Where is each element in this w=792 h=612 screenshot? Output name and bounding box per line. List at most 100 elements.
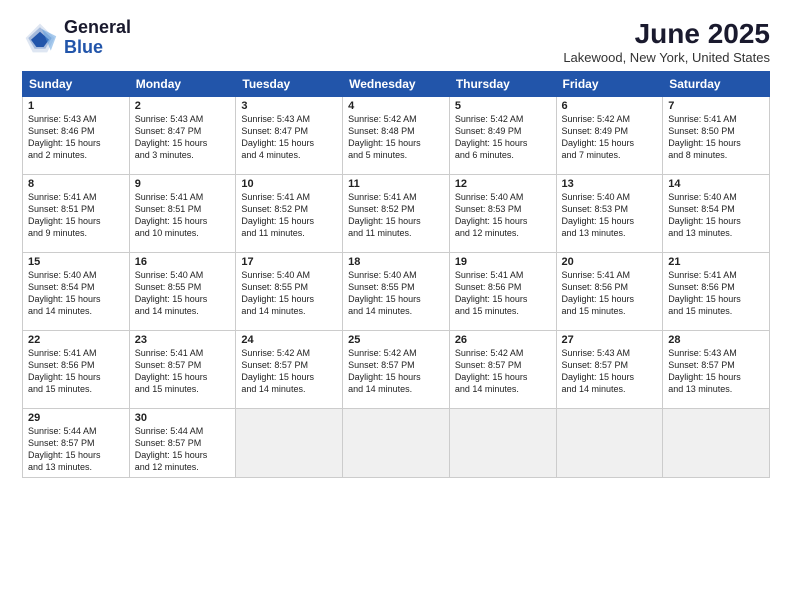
table-row: 1Sunrise: 5:43 AM Sunset: 8:46 PM Daylig… (23, 97, 130, 175)
table-row (449, 409, 556, 478)
table-row (663, 409, 770, 478)
day-number: 3 (241, 100, 337, 112)
cell-text: Sunrise: 5:42 AM Sunset: 8:49 PM Dayligh… (455, 113, 551, 162)
table-row: 13Sunrise: 5:40 AM Sunset: 8:53 PM Dayli… (556, 175, 663, 253)
day-number: 16 (135, 256, 231, 268)
table-row: 4Sunrise: 5:42 AM Sunset: 8:48 PM Daylig… (343, 97, 450, 175)
cell-text: Sunrise: 5:44 AM Sunset: 8:57 PM Dayligh… (28, 425, 124, 474)
day-number: 20 (562, 256, 658, 268)
day-number: 22 (28, 334, 124, 346)
day-number: 12 (455, 178, 551, 190)
day-number: 8 (28, 178, 124, 190)
table-row: 7Sunrise: 5:41 AM Sunset: 8:50 PM Daylig… (663, 97, 770, 175)
day-number: 17 (241, 256, 337, 268)
subtitle: Lakewood, New York, United States (563, 50, 770, 65)
day-number: 6 (562, 100, 658, 112)
logo-blue: Blue (64, 37, 103, 57)
table-row: 12Sunrise: 5:40 AM Sunset: 8:53 PM Dayli… (449, 175, 556, 253)
table-row: 5Sunrise: 5:42 AM Sunset: 8:49 PM Daylig… (449, 97, 556, 175)
table-row: 10Sunrise: 5:41 AM Sunset: 8:52 PM Dayli… (236, 175, 343, 253)
table-row: 15Sunrise: 5:40 AM Sunset: 8:54 PM Dayli… (23, 253, 130, 331)
calendar: Sunday Monday Tuesday Wednesday Thursday… (22, 71, 770, 478)
day-number: 19 (455, 256, 551, 268)
logo-icon (22, 20, 58, 56)
table-row: 27Sunrise: 5:43 AM Sunset: 8:57 PM Dayli… (556, 331, 663, 409)
cell-text: Sunrise: 5:40 AM Sunset: 8:53 PM Dayligh… (455, 191, 551, 240)
day-number: 28 (668, 334, 764, 346)
cell-text: Sunrise: 5:43 AM Sunset: 8:47 PM Dayligh… (241, 113, 337, 162)
cell-text: Sunrise: 5:43 AM Sunset: 8:46 PM Dayligh… (28, 113, 124, 162)
day-number: 26 (455, 334, 551, 346)
calendar-header-row: Sunday Monday Tuesday Wednesday Thursday… (23, 72, 770, 97)
table-row: 29Sunrise: 5:44 AM Sunset: 8:57 PM Dayli… (23, 409, 130, 478)
day-number: 9 (135, 178, 231, 190)
day-number: 23 (135, 334, 231, 346)
cell-text: Sunrise: 5:40 AM Sunset: 8:55 PM Dayligh… (348, 269, 444, 318)
cell-text: Sunrise: 5:44 AM Sunset: 8:57 PM Dayligh… (135, 425, 231, 474)
table-row: 24Sunrise: 5:42 AM Sunset: 8:57 PM Dayli… (236, 331, 343, 409)
day-number: 24 (241, 334, 337, 346)
cell-text: Sunrise: 5:41 AM Sunset: 8:56 PM Dayligh… (455, 269, 551, 318)
page: General Blue June 2025 Lakewood, New Yor… (0, 0, 792, 612)
table-row: 25Sunrise: 5:42 AM Sunset: 8:57 PM Dayli… (343, 331, 450, 409)
cell-text: Sunrise: 5:41 AM Sunset: 8:56 PM Dayligh… (28, 347, 124, 396)
cell-text: Sunrise: 5:40 AM Sunset: 8:55 PM Dayligh… (241, 269, 337, 318)
day-number: 27 (562, 334, 658, 346)
cell-text: Sunrise: 5:41 AM Sunset: 8:52 PM Dayligh… (348, 191, 444, 240)
table-row: 22Sunrise: 5:41 AM Sunset: 8:56 PM Dayli… (23, 331, 130, 409)
cell-text: Sunrise: 5:42 AM Sunset: 8:49 PM Dayligh… (562, 113, 658, 162)
cell-text: Sunrise: 5:42 AM Sunset: 8:57 PM Dayligh… (348, 347, 444, 396)
cell-text: Sunrise: 5:42 AM Sunset: 8:57 PM Dayligh… (241, 347, 337, 396)
cell-text: Sunrise: 5:41 AM Sunset: 8:56 PM Dayligh… (562, 269, 658, 318)
col-friday: Friday (556, 72, 663, 97)
day-number: 18 (348, 256, 444, 268)
cell-text: Sunrise: 5:41 AM Sunset: 8:51 PM Dayligh… (28, 191, 124, 240)
cell-text: Sunrise: 5:41 AM Sunset: 8:57 PM Dayligh… (135, 347, 231, 396)
logo-text: General Blue (64, 18, 131, 58)
cell-text: Sunrise: 5:43 AM Sunset: 8:47 PM Dayligh… (135, 113, 231, 162)
day-number: 13 (562, 178, 658, 190)
logo-general: General (64, 17, 131, 37)
col-saturday: Saturday (663, 72, 770, 97)
cell-text: Sunrise: 5:43 AM Sunset: 8:57 PM Dayligh… (668, 347, 764, 396)
table-row: 30Sunrise: 5:44 AM Sunset: 8:57 PM Dayli… (129, 409, 236, 478)
table-row: 23Sunrise: 5:41 AM Sunset: 8:57 PM Dayli… (129, 331, 236, 409)
table-row: 2Sunrise: 5:43 AM Sunset: 8:47 PM Daylig… (129, 97, 236, 175)
day-number: 15 (28, 256, 124, 268)
logo: General Blue (22, 18, 131, 58)
cell-text: Sunrise: 5:43 AM Sunset: 8:57 PM Dayligh… (562, 347, 658, 396)
cell-text: Sunrise: 5:41 AM Sunset: 8:52 PM Dayligh… (241, 191, 337, 240)
header: General Blue June 2025 Lakewood, New Yor… (22, 18, 770, 65)
table-row: 19Sunrise: 5:41 AM Sunset: 8:56 PM Dayli… (449, 253, 556, 331)
cell-text: Sunrise: 5:40 AM Sunset: 8:54 PM Dayligh… (28, 269, 124, 318)
table-row: 20Sunrise: 5:41 AM Sunset: 8:56 PM Dayli… (556, 253, 663, 331)
day-number: 2 (135, 100, 231, 112)
table-row: 21Sunrise: 5:41 AM Sunset: 8:56 PM Dayli… (663, 253, 770, 331)
cell-text: Sunrise: 5:42 AM Sunset: 8:48 PM Dayligh… (348, 113, 444, 162)
table-row: 11Sunrise: 5:41 AM Sunset: 8:52 PM Dayli… (343, 175, 450, 253)
table-row (556, 409, 663, 478)
day-number: 14 (668, 178, 764, 190)
table-row: 6Sunrise: 5:42 AM Sunset: 8:49 PM Daylig… (556, 97, 663, 175)
col-thursday: Thursday (449, 72, 556, 97)
cell-text: Sunrise: 5:42 AM Sunset: 8:57 PM Dayligh… (455, 347, 551, 396)
day-number: 4 (348, 100, 444, 112)
day-number: 7 (668, 100, 764, 112)
table-row: 16Sunrise: 5:40 AM Sunset: 8:55 PM Dayli… (129, 253, 236, 331)
cell-text: Sunrise: 5:40 AM Sunset: 8:54 PM Dayligh… (668, 191, 764, 240)
day-number: 21 (668, 256, 764, 268)
day-number: 5 (455, 100, 551, 112)
day-number: 30 (135, 412, 231, 424)
cell-text: Sunrise: 5:40 AM Sunset: 8:55 PM Dayligh… (135, 269, 231, 318)
cell-text: Sunrise: 5:41 AM Sunset: 8:56 PM Dayligh… (668, 269, 764, 318)
col-wednesday: Wednesday (343, 72, 450, 97)
col-monday: Monday (129, 72, 236, 97)
col-tuesday: Tuesday (236, 72, 343, 97)
day-number: 29 (28, 412, 124, 424)
table-row: 9Sunrise: 5:41 AM Sunset: 8:51 PM Daylig… (129, 175, 236, 253)
main-title: June 2025 (563, 18, 770, 50)
day-number: 10 (241, 178, 337, 190)
table-row: 17Sunrise: 5:40 AM Sunset: 8:55 PM Dayli… (236, 253, 343, 331)
table-row: 8Sunrise: 5:41 AM Sunset: 8:51 PM Daylig… (23, 175, 130, 253)
title-block: June 2025 Lakewood, New York, United Sta… (563, 18, 770, 65)
